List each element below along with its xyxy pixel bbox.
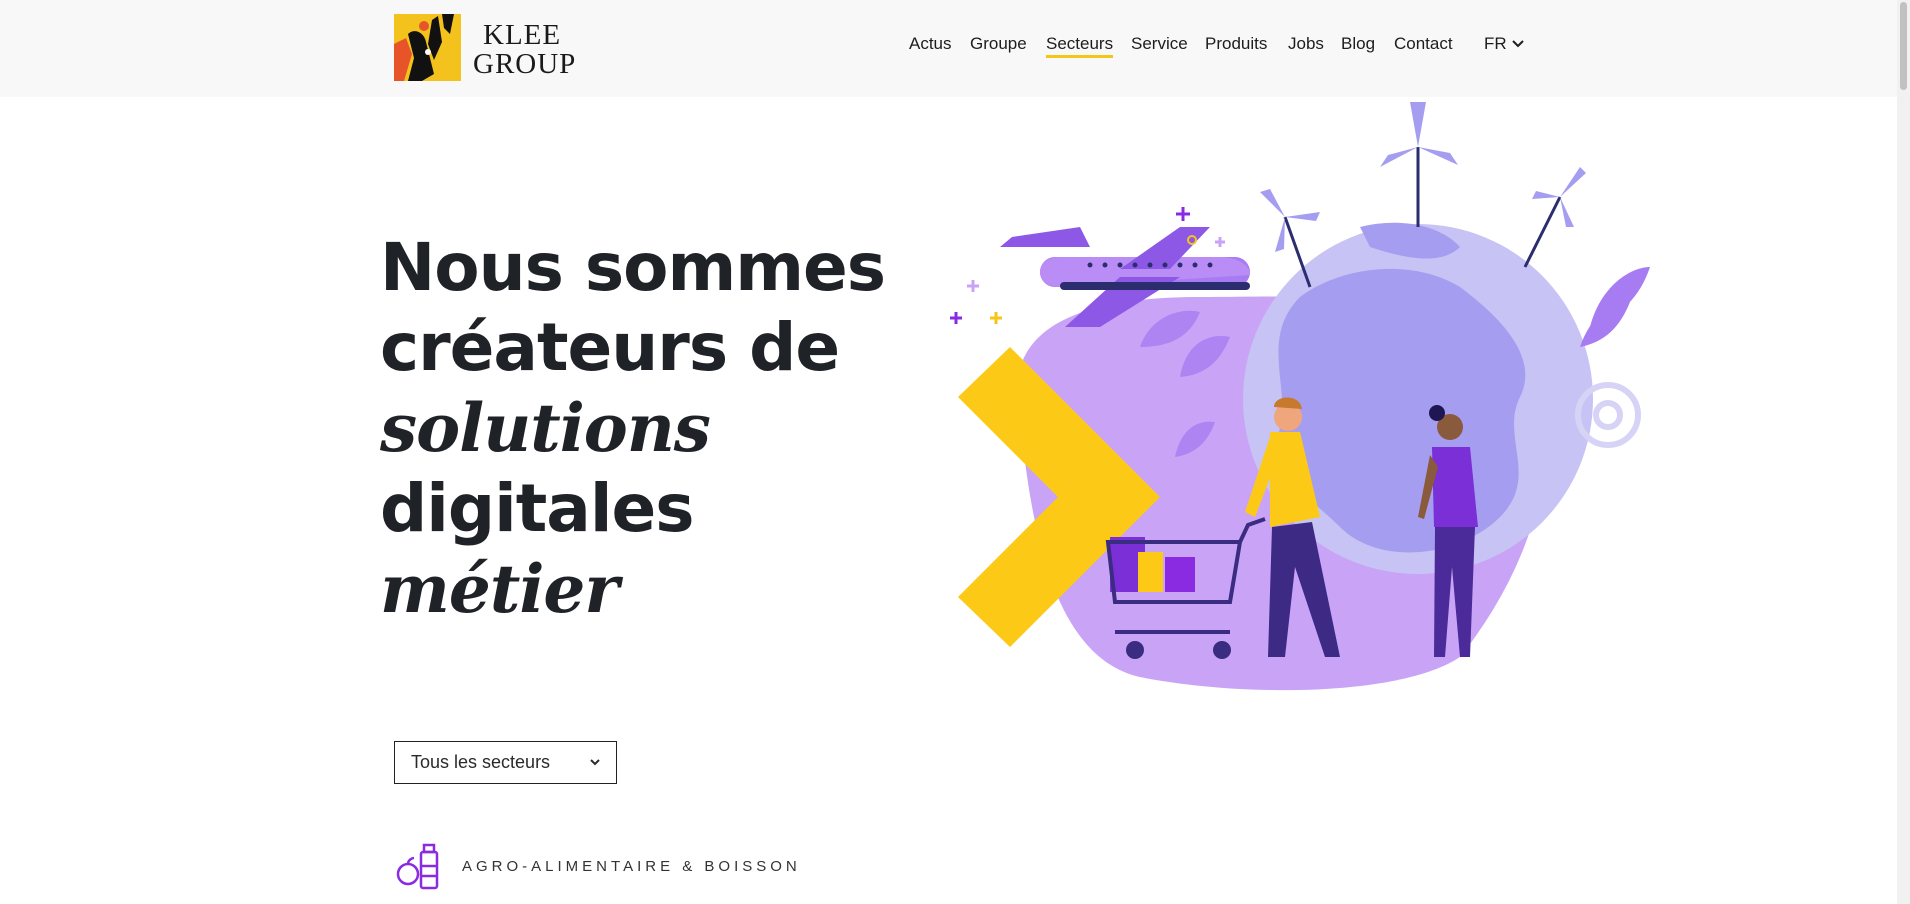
sector-filter-select[interactable]: Tous les secteurs xyxy=(394,741,617,784)
nav-item-contact[interactable]: Contact xyxy=(1394,34,1453,54)
food-drink-icon xyxy=(396,843,439,890)
hero-title: Nous sommes créateurs de solutions digit… xyxy=(380,228,940,630)
chevron-down-icon xyxy=(590,759,600,766)
site-header: KLEE GROUP Actus Groupe Secteurs Service… xyxy=(0,0,1897,97)
scrollbar-thumb[interactable] xyxy=(1900,2,1907,90)
nav-item-actus[interactable]: Actus xyxy=(909,34,952,54)
language-label: FR xyxy=(1484,34,1507,53)
nav-item-produits[interactable]: Produits xyxy=(1205,34,1267,54)
hero-line-3-italic: solutions xyxy=(380,389,711,467)
nav-item-groupe[interactable]: Groupe xyxy=(970,34,1027,54)
nav-item-blog[interactable]: Blog xyxy=(1341,34,1375,54)
hero-line-1: Nous sommes xyxy=(380,229,886,306)
hero-line-4: digitales xyxy=(380,470,694,547)
chevron-down-icon xyxy=(1511,40,1524,48)
language-selector[interactable]: FR xyxy=(1484,34,1525,54)
nav-item-jobs[interactable]: Jobs xyxy=(1288,34,1324,54)
page-scrollbar[interactable] xyxy=(1897,0,1910,904)
sector-item[interactable]: AGRO-ALIMENTAIRE & BOISSON xyxy=(394,842,801,890)
hero-line-4-italic: métier xyxy=(380,550,619,628)
main-nav: Actus Groupe Secteurs Service Produits J… xyxy=(0,34,1897,62)
nav-item-service[interactable]: Service xyxy=(1131,34,1188,54)
sector-filter-value: Tous les secteurs xyxy=(411,752,551,772)
nav-item-secteurs[interactable]: Secteurs xyxy=(1046,34,1114,58)
hero-illustration xyxy=(940,97,1660,697)
sector-label: AGRO-ALIMENTAIRE & BOISSON xyxy=(462,857,801,875)
hero-line-2: créateurs de xyxy=(380,309,840,386)
